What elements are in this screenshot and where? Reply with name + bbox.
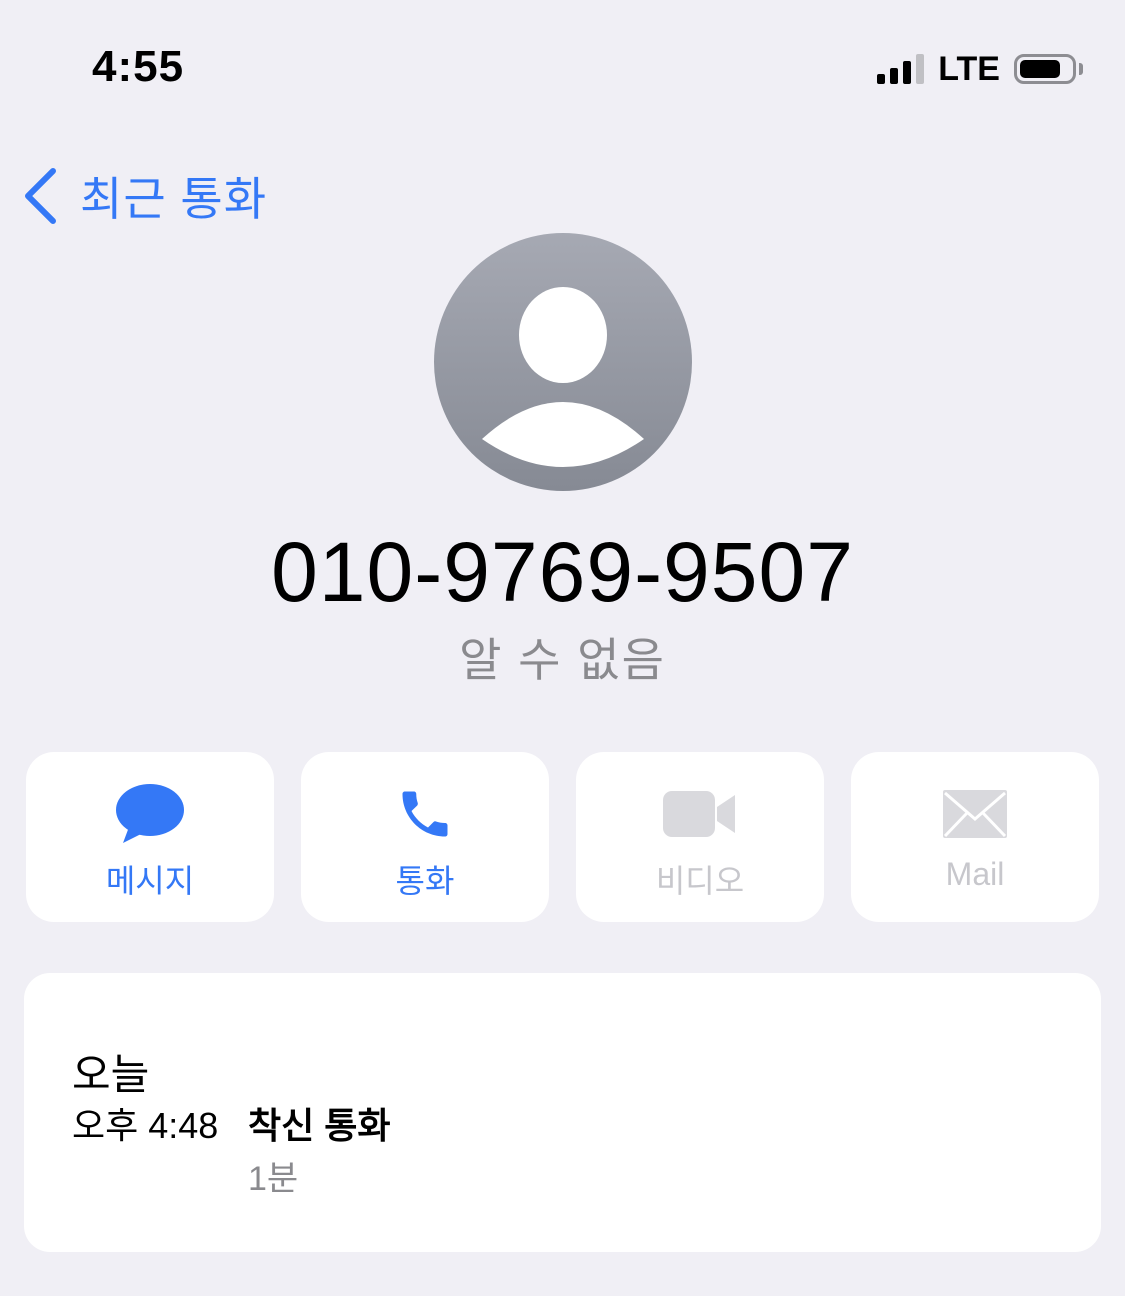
caller-label: 알 수 없음 bbox=[459, 634, 666, 686]
status-time: 4:55 bbox=[92, 42, 185, 91]
back-label: 최근 통화 bbox=[80, 173, 268, 225]
video-camera-icon bbox=[663, 791, 735, 837]
back-button[interactable]: 최근 통화 bbox=[22, 166, 267, 226]
signal-strength-icon bbox=[877, 54, 925, 84]
history-date-header: 오늘 bbox=[72, 1051, 150, 1098]
mail-envelope-icon bbox=[943, 790, 1007, 838]
call-button[interactable]: 통화 bbox=[301, 752, 549, 922]
phone-number: 010-9769-9507 bbox=[271, 525, 854, 619]
contact-avatar bbox=[434, 233, 692, 491]
video-label: 비디오 bbox=[655, 863, 745, 899]
status-indicators: LTE bbox=[877, 50, 1083, 88]
message-bubble-icon bbox=[116, 784, 184, 843]
battery-tip bbox=[1079, 63, 1083, 75]
call-label: 통화 bbox=[395, 863, 455, 899]
history-call-duration: 1분 bbox=[248, 1160, 299, 1198]
message-label: 메시지 bbox=[105, 863, 195, 899]
battery-icon bbox=[1014, 54, 1076, 84]
person-placeholder-icon bbox=[434, 233, 692, 491]
mail-label: Mail bbox=[945, 856, 1005, 892]
network-type: LTE bbox=[938, 49, 1000, 88]
history-call-type: 착신 통화 bbox=[248, 1105, 391, 1146]
battery-level bbox=[1020, 60, 1060, 78]
mail-button[interactable]: Mail bbox=[851, 752, 1099, 922]
call-history-card: 오늘 오후 4:48 착신 통화 1분 bbox=[24, 973, 1101, 1252]
video-button[interactable]: 비디오 bbox=[576, 752, 824, 922]
action-row: 메시지 통화 비디오 Mail bbox=[26, 752, 1099, 922]
phone-icon bbox=[402, 791, 448, 837]
history-call-time: 오후 4:48 bbox=[72, 1105, 219, 1146]
chevron-left-icon bbox=[25, 168, 56, 224]
message-button[interactable]: 메시지 bbox=[26, 752, 274, 922]
